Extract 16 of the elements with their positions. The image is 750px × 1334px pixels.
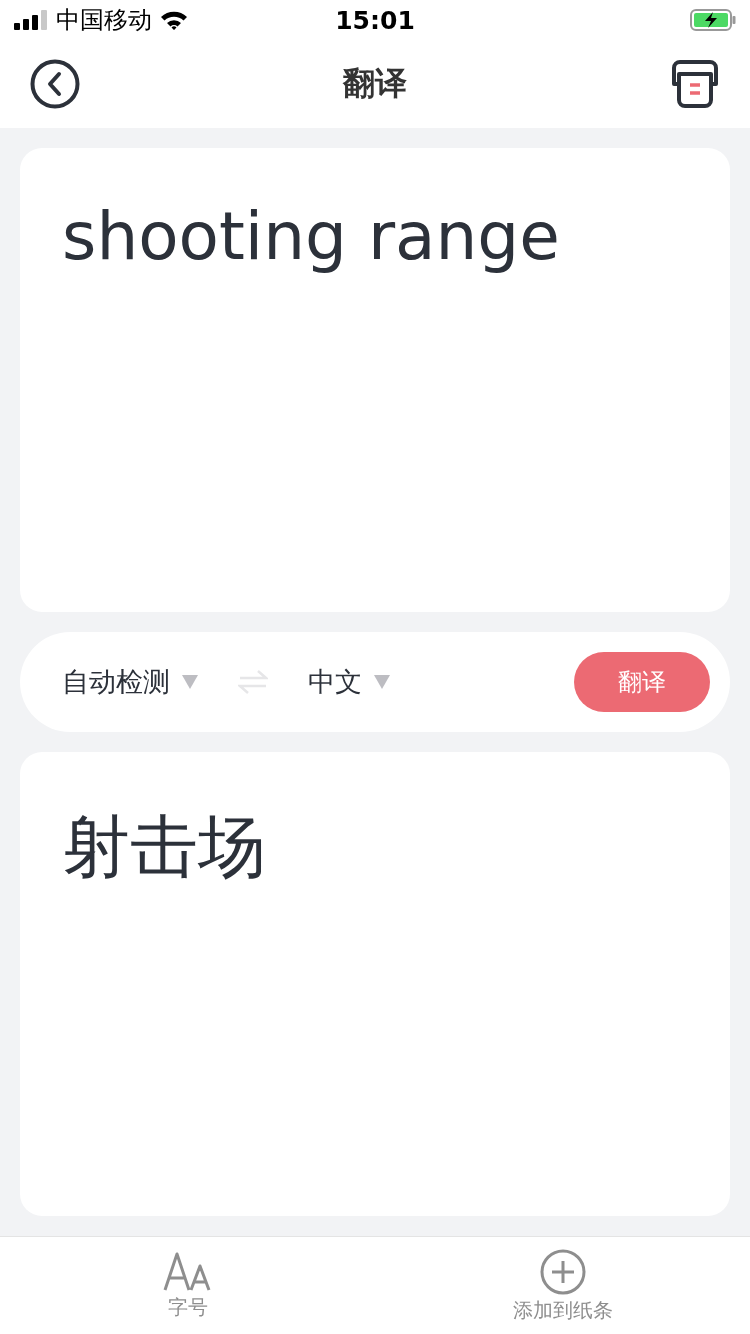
add-icon xyxy=(539,1248,586,1295)
dropdown-arrow-icon xyxy=(374,675,390,689)
source-text-field[interactable]: shooting range xyxy=(62,198,688,275)
source-language-dropdown[interactable]: 自动检测 xyxy=(62,664,198,700)
translation-text: 射击场 xyxy=(62,806,266,888)
carrier-name: 中国移动 xyxy=(56,5,152,36)
target-language-dropdown[interactable]: 中文 xyxy=(308,664,390,700)
signal-icon xyxy=(14,10,48,30)
battery-icon xyxy=(690,9,736,31)
wifi-icon xyxy=(160,10,188,30)
back-icon[interactable] xyxy=(30,59,80,109)
font-size-icon xyxy=(162,1251,213,1292)
printer-icon[interactable] xyxy=(670,60,720,108)
dropdown-arrow-icon xyxy=(182,675,198,689)
page-title: 翻译 xyxy=(343,63,407,104)
clock: 15:01 xyxy=(334,5,416,35)
